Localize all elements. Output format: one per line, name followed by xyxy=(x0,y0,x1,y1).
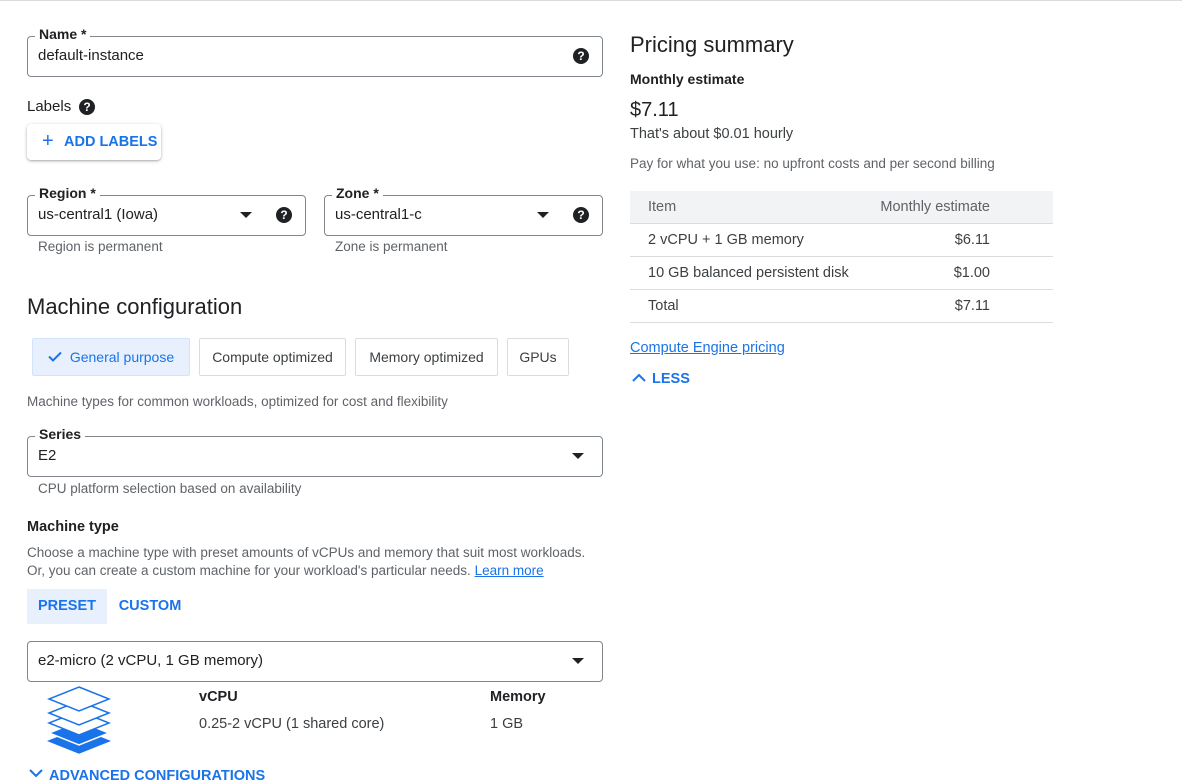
machine-config-description: Machine types for common workloads, opti… xyxy=(27,394,448,409)
less-label: LESS xyxy=(652,371,690,387)
table-row: 2 vCPU + 1 GB memory $6.11 xyxy=(630,224,1053,257)
pricing-hourly: That's about $0.01 hourly xyxy=(630,126,794,142)
col-estimate: Monthly estimate xyxy=(880,199,990,215)
row-item: 10 GB balanced persistent disk xyxy=(648,265,849,281)
tab-compute-optimized[interactable]: Compute optimized xyxy=(199,338,346,376)
plus-icon: + xyxy=(42,130,54,152)
tab-preset[interactable]: PRESET xyxy=(27,589,107,624)
tab-memory-optimized[interactable]: Memory optimized xyxy=(355,338,498,376)
compute-engine-pricing-link[interactable]: Compute Engine pricing xyxy=(630,340,785,356)
region-label: Region * xyxy=(35,185,100,201)
row-item: 2 vCPU + 1 GB memory xyxy=(648,232,804,248)
tab-custom[interactable]: CUSTOM xyxy=(110,589,190,624)
tab-general-purpose[interactable]: General purpose xyxy=(32,338,190,376)
name-field-label: Name * xyxy=(35,26,91,42)
machine-type-heading: Machine type xyxy=(27,519,119,535)
series-label: Series xyxy=(35,426,86,442)
series-hint: CPU platform selection based on availabi… xyxy=(38,481,302,496)
zone-label: Zone * xyxy=(332,185,383,201)
advanced-configurations-label: ADVANCED CONFIGURATIONS xyxy=(49,768,266,784)
chevron-down-icon xyxy=(29,766,43,782)
less-toggle[interactable]: LESS xyxy=(632,370,690,387)
help-icon[interactable]: ? xyxy=(573,207,589,223)
vcpu-value: 0.25-2 vCPU (1 shared core) xyxy=(199,716,385,732)
dropdown-caret-icon xyxy=(572,658,584,664)
pricing-summary-title: Pricing summary xyxy=(630,32,794,57)
series-select[interactable]: Series E2 xyxy=(27,426,603,477)
row-cost: $6.11 xyxy=(954,232,990,248)
dropdown-caret-icon xyxy=(537,212,549,218)
machine-type-select[interactable]: e2-micro (2 vCPU, 1 GB memory) xyxy=(27,641,603,682)
row-cost: $7.11 xyxy=(954,298,990,314)
pricing-subtitle: Monthly estimate xyxy=(630,71,745,87)
tab-general-purpose-label: General purpose xyxy=(69,349,175,365)
zone-select[interactable]: Zone * us-central1-c ? xyxy=(324,185,603,236)
help-icon[interactable]: ? xyxy=(276,207,292,223)
add-labels-button[interactable]: + ADD LABELS xyxy=(27,124,161,160)
chevron-up-icon xyxy=(632,370,646,386)
machine-configuration-heading: Machine configuration xyxy=(27,294,243,319)
machine-type-description-text: Or, you can create a custom machine for … xyxy=(27,563,471,578)
learn-more-link[interactable]: Learn more xyxy=(475,563,544,578)
region-value: us-central1 (Iowa) xyxy=(38,206,159,223)
machine-type-description-line2: Or, you can create a custom machine for … xyxy=(27,563,544,578)
row-item: Total xyxy=(648,298,679,314)
region-hint: Region is permanent xyxy=(38,239,163,254)
name-field-value[interactable]: default-instance xyxy=(38,47,144,64)
checkmark-icon xyxy=(48,339,62,376)
labels-heading: Labels xyxy=(27,98,72,115)
row-cost: $1.00 xyxy=(953,265,990,281)
pricing-amount: $7.11 xyxy=(630,99,679,121)
help-icon[interactable]: ? xyxy=(79,99,95,115)
memory-label: Memory xyxy=(490,689,546,705)
vcpu-label: vCPU xyxy=(199,689,238,705)
tab-gpus[interactable]: GPUs xyxy=(507,338,569,376)
pricing-note: Pay for what you use: no upfront costs a… xyxy=(630,156,995,171)
pricing-table-header: Item Monthly estimate xyxy=(630,191,1053,224)
advanced-configurations-toggle[interactable]: ADVANCED CONFIGURATIONS xyxy=(29,766,265,784)
add-labels-label: ADD LABELS xyxy=(64,134,158,150)
region-select[interactable]: Region * us-central1 (Iowa) ? xyxy=(27,185,306,236)
name-field[interactable]: Name * default-instance ? xyxy=(27,26,603,77)
pricing-table: Item Monthly estimate 2 vCPU + 1 GB memo… xyxy=(630,191,1053,323)
table-row: 10 GB balanced persistent disk $1.00 xyxy=(630,257,1053,290)
help-icon[interactable]: ? xyxy=(573,48,589,64)
zone-value: us-central1-c xyxy=(335,206,422,223)
zone-hint: Zone is permanent xyxy=(335,239,448,254)
layers-icon xyxy=(45,685,113,760)
col-item: Item xyxy=(648,199,677,215)
dropdown-caret-icon xyxy=(572,453,584,459)
series-value: E2 xyxy=(38,447,57,464)
machine-type-description-line1: Choose a machine type with preset amount… xyxy=(27,545,586,560)
table-row: Total $7.11 xyxy=(630,290,1053,323)
memory-value: 1 GB xyxy=(490,716,524,732)
machine-type-value: e2-micro (2 vCPU, 1 GB memory) xyxy=(38,652,264,669)
dropdown-caret-icon xyxy=(240,212,252,218)
